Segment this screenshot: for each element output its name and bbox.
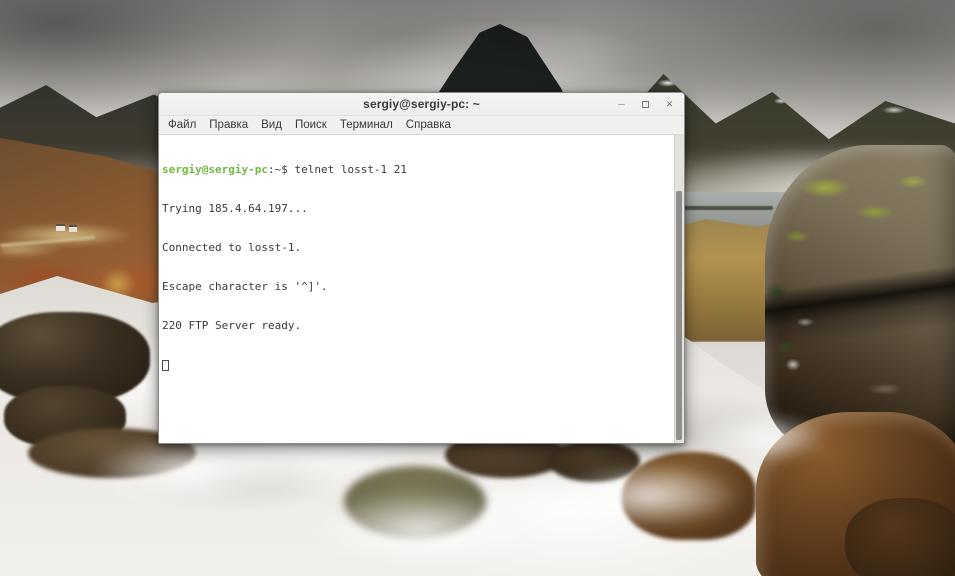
scrollbar-thumb[interactable] <box>676 191 682 440</box>
wallpaper-cottage <box>56 224 65 231</box>
terminal-screen[interactable]: sergiy@sergiy-pc:~$ telnet losst-1 21 Tr… <box>159 135 674 443</box>
terminal-output-line: Trying 185.4.64.197... <box>162 202 674 215</box>
wallpaper-rock-crevice <box>765 145 955 450</box>
menu-bar: Файл Правка Вид Поиск Терминал Справка <box>159 116 684 135</box>
terminal-prompt-line: sergiy@sergiy-pc:~$ telnet losst-1 21 <box>162 163 674 176</box>
minimize-icon: ─ <box>618 100 624 109</box>
menu-view[interactable]: Вид <box>261 119 282 131</box>
menu-file[interactable]: Файл <box>168 119 196 131</box>
desktop[interactable]: sergiy@sergiy-pc: ~ ─ ✕ Файл Правка Вид … <box>0 0 955 576</box>
maximize-icon <box>642 101 649 108</box>
close-icon: ✕ <box>666 100 674 109</box>
window-controls: ─ ✕ <box>616 93 675 115</box>
terminal-output-line: Connected to losst-1. <box>162 241 674 254</box>
menu-help[interactable]: Справка <box>406 119 451 131</box>
minimize-button[interactable]: ─ <box>616 97 627 111</box>
terminal-window: sergiy@sergiy-pc: ~ ─ ✕ Файл Правка Вид … <box>158 92 685 444</box>
window-title: sergiy@sergiy-pc: ~ <box>363 97 480 111</box>
wallpaper-boulder <box>622 452 756 540</box>
maximize-button[interactable] <box>640 97 651 111</box>
wallpaper-big-mossy-rock <box>765 145 955 450</box>
close-button[interactable]: ✕ <box>664 97 675 111</box>
menu-terminal[interactable]: Терминал <box>340 119 393 131</box>
prompt-command: telnet losst-1 21 <box>294 163 407 176</box>
window-titlebar[interactable]: sergiy@sergiy-pc: ~ ─ ✕ <box>159 93 684 116</box>
wallpaper-boulder <box>845 498 955 576</box>
wallpaper-blurred-rock <box>344 466 486 538</box>
wallpaper-rock <box>548 440 640 482</box>
prompt-user-host: sergiy@sergiy-pc <box>162 163 268 176</box>
menu-search[interactable]: Поиск <box>295 119 327 131</box>
menu-edit[interactable]: Правка <box>209 119 248 131</box>
terminal-output-line: Escape character is '^]'. <box>162 280 674 293</box>
terminal-output-line: 220 FTP Server ready. <box>162 319 674 332</box>
terminal-cursor-line <box>162 358 674 371</box>
wallpaper-cottage <box>69 225 77 232</box>
terminal-cursor <box>162 360 169 371</box>
terminal-scrollbar[interactable] <box>674 135 684 443</box>
window-body: sergiy@sergiy-pc:~$ telnet losst-1 21 Tr… <box>159 135 684 443</box>
prompt-path-suffix: :~$ <box>268 163 295 176</box>
